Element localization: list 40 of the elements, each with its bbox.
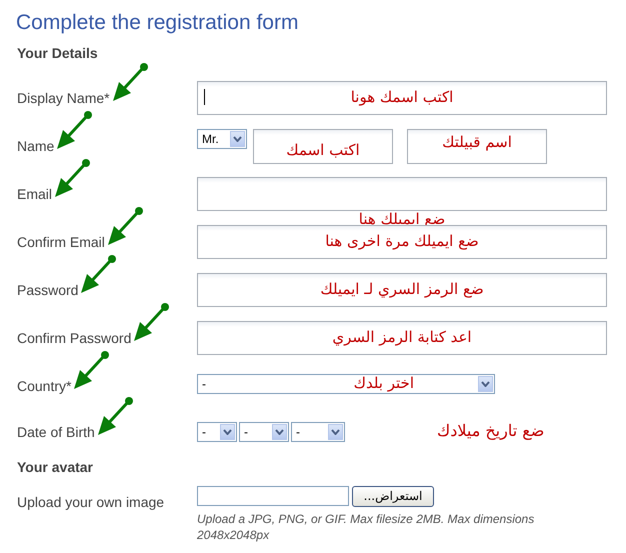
text-field[interactable] — [197, 81, 607, 115]
annotation-text: اسم قبيلتك — [441, 132, 513, 150]
annotation-text: اعد كتابة الرمز السري — [332, 328, 472, 346]
date-select[interactable]: - — [291, 422, 345, 442]
date-select[interactable]: - — [197, 422, 237, 442]
section-heading: Your Details — [17, 44, 98, 63]
annotation-text: ضع ايميلك مرة اخرى هنا — [325, 232, 479, 250]
dropdown-icon — [328, 424, 343, 440]
text-field[interactable] — [197, 273, 607, 307]
field-label: Name — [17, 138, 54, 154]
country-select[interactable]: - اختر بلدك — [197, 374, 495, 394]
field-label: Password — [17, 282, 78, 298]
field-label: Upload your own image — [17, 494, 164, 510]
field-label: Confirm Password — [17, 330, 132, 346]
field-label: Display Name* — [17, 90, 110, 106]
dropdown-icon — [478, 376, 493, 392]
title-select[interactable]: Mr. — [197, 129, 247, 149]
section-heading: Your avatar — [17, 458, 93, 477]
upload-hint: Upload a JPG, PNG, or GIF. Max filesize 2MB. Max dimensions 2048x2048px — [197, 510, 536, 542]
annotation-text: اكتب اسمك — [285, 140, 361, 158]
field-label: Email — [17, 186, 52, 202]
text-field[interactable] — [197, 321, 607, 355]
date-select[interactable]: - — [239, 422, 289, 442]
annotation-text: ضع تاريخ ميلادك — [437, 420, 544, 440]
text-field[interactable] — [197, 177, 607, 211]
dropdown-icon — [272, 424, 287, 440]
text-field[interactable]: اسم قبيلتك — [407, 128, 547, 164]
annotation-text: اختر بلدك — [354, 374, 414, 392]
annotation-text: ضع الرمز السري لـ ايميلك — [320, 280, 484, 298]
page-title: Complete the registration form — [16, 10, 300, 36]
field-label: Date of Birth — [17, 424, 95, 440]
dropdown-icon — [230, 131, 245, 147]
field-label: Confirm Email — [17, 234, 105, 250]
browse-button[interactable]: استعراض... — [352, 486, 434, 506]
dropdown-icon — [220, 424, 235, 440]
field-label: Country* — [17, 378, 72, 394]
text-field[interactable] — [197, 225, 607, 259]
annotation-text: اكتب اسمك هونا — [350, 88, 454, 106]
file-path-field[interactable] — [197, 486, 349, 506]
text-field[interactable]: اكتب اسمك — [253, 128, 393, 164]
